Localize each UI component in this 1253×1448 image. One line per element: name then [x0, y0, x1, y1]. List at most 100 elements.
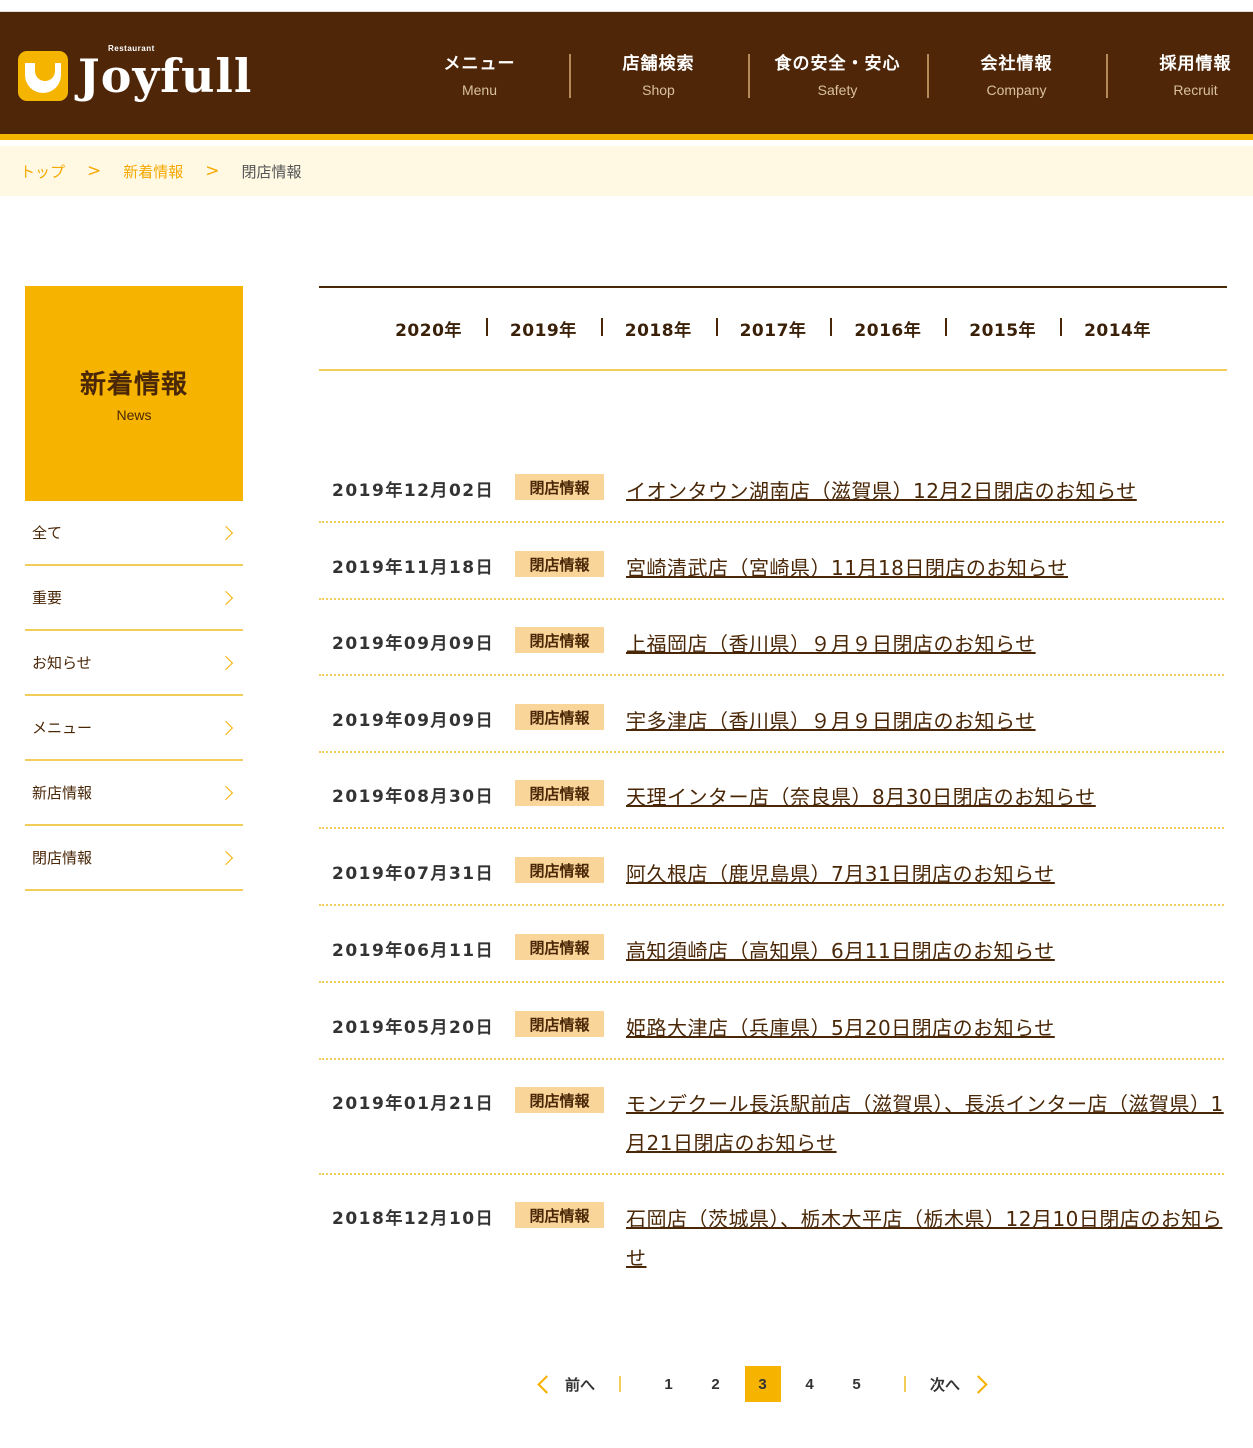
news-item: 2019年01月21日 閉店情報 モンデクール長浜駅前店（滋賀県）、長浜インター…: [319, 1087, 1224, 1175]
news-category-badge: 閉店情報: [515, 857, 604, 883]
news-date: 2019年08月30日: [332, 787, 495, 807]
news-title-link[interactable]: 天理インター店（奈良県）8月30日閉店のお知らせ: [626, 778, 1226, 817]
sidebar-item-menu[interactable]: メニュー: [25, 696, 243, 761]
sidebar-item-label: 重要: [32, 589, 63, 607]
nav-item-company[interactable]: 会社情報 Company: [927, 12, 1106, 134]
pagination: 前へ 1 2 3 4 5 次へ: [530, 1366, 988, 1402]
sidebar-item-closing[interactable]: 閉店情報: [25, 826, 243, 891]
page-number-1[interactable]: 1: [651, 1366, 687, 1402]
chevron-right-icon: [218, 525, 234, 540]
news-date: 2018年12月10日: [332, 1209, 495, 1229]
nav-label-jp: 食の安全・安心: [774, 53, 901, 74]
sidebar-subtitle: News: [116, 407, 152, 423]
chevron-right-icon: [969, 1374, 988, 1394]
news-item: 2019年11月18日 閉店情報 宮崎清武店（宮崎県）11月18日閉店のお知らせ: [319, 551, 1224, 600]
chevron-right-icon: [218, 655, 234, 670]
news-category-badge: 閉店情報: [515, 627, 604, 653]
nav-item-shop[interactable]: 店舗検索 Shop: [569, 12, 748, 134]
prev-label: 前へ: [565, 1375, 596, 1394]
news-date: 2019年07月31日: [332, 864, 495, 884]
news-date: 2019年05月20日: [332, 1018, 495, 1038]
news-title-link[interactable]: モンデクール長浜駅前店（滋賀県）、長浜インター店（滋賀県）1月21日閉店のお知ら…: [626, 1085, 1226, 1163]
sidebar-item-important[interactable]: 重要: [25, 566, 243, 631]
sidebar-item-label: メニュー: [32, 719, 93, 737]
nav-label-jp: 会社情報: [980, 53, 1053, 74]
chevron-right-icon: [218, 590, 234, 605]
sidebar-item-label: 全て: [32, 524, 63, 542]
sidebar-item-notice[interactable]: お知らせ: [25, 631, 243, 696]
nav-item-recruit[interactable]: 採用情報 Recruit: [1106, 12, 1253, 134]
nav-label-en: Company: [986, 81, 1047, 98]
nav-label-en: Menu: [461, 81, 498, 98]
breadcrumb-link-top[interactable]: トップ: [20, 161, 65, 182]
news-category-badge: 閉店情報: [515, 1202, 604, 1228]
sidebar-category-list: 全て 重要 お知らせ メニュー 新店情報 閉店情報: [25, 501, 243, 891]
year-tab-2017[interactable]: 2017年: [715, 316, 831, 341]
sidebar-heading-box: 新着情報 News: [25, 286, 243, 501]
news-title-link[interactable]: 宇多津店（香川県）９月９日閉店のお知らせ: [626, 702, 1226, 741]
nav-label-jp: 店舗検索: [622, 53, 695, 74]
breadcrumb: トップ > 新着情報 > 閉店情報: [0, 146, 1253, 196]
nav-item-menu[interactable]: メニュー Menu: [390, 12, 569, 134]
news-item: 2019年07月31日 閉店情報 阿久根店（鹿児島県）7月31日閉店のお知らせ: [319, 857, 1224, 906]
news-item: 2018年12月10日 閉店情報 石岡店（茨城県）、栃木大平店（栃木県）12月1…: [319, 1202, 1224, 1290]
news-title-link[interactable]: 宮崎清武店（宮崎県）11月18日閉店のお知らせ: [626, 549, 1226, 588]
logo-mark-icon: [18, 51, 68, 101]
nav-label-jp: メニュー: [443, 53, 516, 74]
sidebar-item-label: 閉店情報: [32, 849, 93, 867]
logo-text: Restaurant Joyfull: [78, 45, 252, 100]
nav-item-safety[interactable]: 食の安全・安心 Safety: [748, 12, 927, 134]
news-title-link[interactable]: 阿久根店（鹿児島県）7月31日閉店のお知らせ: [626, 855, 1226, 894]
news-date: 2019年01月21日: [332, 1094, 495, 1114]
next-label: 次へ: [930, 1375, 961, 1394]
sidebar-item-all[interactable]: 全て: [25, 501, 243, 566]
year-tab-2018[interactable]: 2018年: [600, 316, 716, 341]
news-category-badge: 閉店情報: [515, 474, 604, 500]
year-tab-2016[interactable]: 2016年: [830, 316, 945, 341]
next-page-button[interactable]: 次へ: [930, 1374, 988, 1395]
news-title-link[interactable]: 上福岡店（香川県）９月９日閉店のお知らせ: [626, 625, 1226, 664]
global-nav: メニュー Menu 店舗検索 Shop 食の安全・安心 Safety 会社情報 …: [390, 12, 1253, 134]
page-number-3-current[interactable]: 3: [744, 1366, 781, 1402]
nav-label-en: Safety: [817, 81, 858, 98]
year-tab-2014[interactable]: 2014年: [1060, 316, 1175, 341]
news-date: 2019年09月09日: [332, 711, 495, 731]
breadcrumb-separator: >: [205, 161, 220, 181]
news-category-badge: 閉店情報: [515, 780, 604, 806]
nav-label-jp: 採用情報: [1159, 53, 1232, 74]
logo-wordmark: Joyfull: [78, 49, 253, 103]
chevron-right-icon: [218, 720, 234, 735]
news-category-badge: 閉店情報: [515, 1087, 604, 1113]
sidebar-item-new-store[interactable]: 新店情報: [25, 761, 243, 826]
nav-label-en: Recruit: [1173, 81, 1218, 98]
page-number-4[interactable]: 4: [792, 1366, 828, 1402]
news-category-badge: 閉店情報: [515, 551, 604, 577]
breadcrumb-link-news[interactable]: 新着情報: [123, 161, 183, 182]
chevron-right-icon: [218, 850, 234, 865]
year-filter-tabs: 2020年 2019年 2018年 2017年 2016年 2015年 2014…: [319, 286, 1227, 371]
page-number-2[interactable]: 2: [698, 1366, 734, 1402]
news-item: 2019年09月09日 閉店情報 宇多津店（香川県）９月９日閉店のお知らせ: [319, 704, 1224, 753]
news-date: 2019年11月18日: [332, 558, 495, 578]
news-item: 2019年08月30日 閉店情報 天理インター店（奈良県）8月30日閉店のお知ら…: [319, 780, 1224, 829]
news-title-link[interactable]: 姫路大津店（兵庫県）5月20日閉店のお知らせ: [626, 1009, 1226, 1048]
page-number-5[interactable]: 5: [839, 1366, 875, 1402]
top-strip: [0, 0, 1253, 12]
joyfull-logo[interactable]: Restaurant Joyfull: [18, 45, 252, 106]
breadcrumb-separator: >: [87, 161, 102, 181]
chevron-right-icon: [218, 785, 234, 800]
prev-page-button[interactable]: 前へ: [530, 1374, 595, 1395]
news-title-link[interactable]: イオンタウン湖南店（滋賀県）12月2日閉店のお知らせ: [626, 472, 1226, 511]
logo-small-text: Restaurant: [108, 44, 155, 53]
news-category-badge: 閉店情報: [515, 1011, 604, 1037]
news-title-link[interactable]: 石岡店（茨城県）、栃木大平店（栃木県）12月10日閉店のお知らせ: [626, 1200, 1226, 1278]
news-item: 2019年06月11日 閉店情報 高知須崎店（高知県）6月11日閉店のお知らせ: [319, 934, 1224, 983]
year-tab-2015[interactable]: 2015年: [945, 316, 1060, 341]
news-category-badge: 閉店情報: [515, 934, 604, 960]
news-title-link[interactable]: 高知須崎店（高知県）6月11日閉店のお知らせ: [626, 932, 1226, 971]
news-category-badge: 閉店情報: [515, 704, 604, 730]
year-tab-2020[interactable]: 2020年: [371, 316, 486, 341]
breadcrumb-current: 閉店情報: [241, 162, 302, 181]
news-item: 2019年12月02日 閉店情報 イオンタウン湖南店（滋賀県）12月2日閉店のお…: [319, 474, 1224, 523]
year-tab-2019[interactable]: 2019年: [485, 316, 601, 341]
